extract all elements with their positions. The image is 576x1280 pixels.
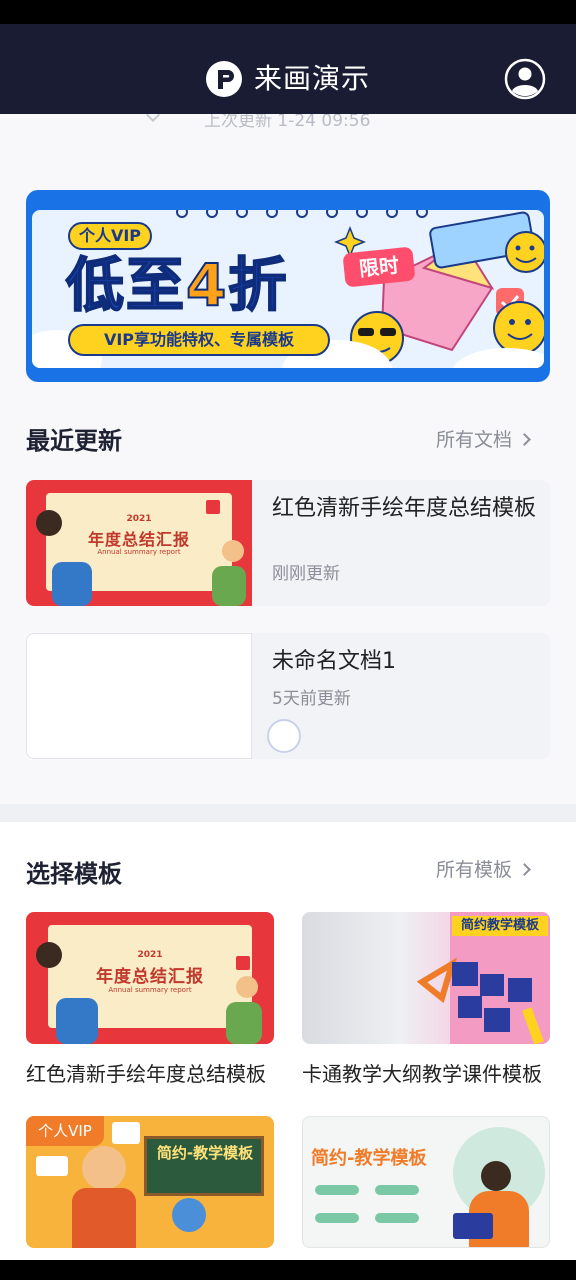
templates-section-title: 选择模板 [26,860,122,888]
character-illustration [236,976,258,998]
banner-vip-tag: 个人VIP [68,222,152,250]
all-templates-link[interactable]: 所有模板 [436,856,531,884]
sticky-notes-icon [452,962,532,1032]
content-pill [375,1213,419,1223]
character-illustration [36,942,62,968]
content-pill [315,1213,359,1223]
app-title: 来画演示 [254,62,371,95]
template-card[interactable]: 2021 年度总结汇报 Annual summary report 红色清新手绘… [26,912,274,1092]
annual-summary-thumbnail: 2021 年度总结汇报 Annual summary report [26,912,274,1044]
headline-suffix: 折 [227,250,289,320]
headline-number: 4 [185,250,229,320]
teacher-illustration [72,1188,136,1248]
triangle-ruler-icon [416,957,458,1004]
section-divider [0,804,576,822]
template-name: 卡通教学大纲教学课件模板 [302,1062,542,1086]
template-thumbnail: 简约教学模板 [302,912,550,1044]
thumb-title: 简约-教学模板 [311,1148,427,1169]
character-illustration [56,998,98,1044]
doc-thumbnail-blank [26,633,252,759]
character-illustration [222,540,244,562]
thumb-title: 简约-教学模板 [156,1144,254,1162]
doc-name: 红色清新手绘年度总结模板 [272,496,537,521]
template-thumbnail: 2021 年度总结汇报 Annual summary report [26,912,274,1044]
template-card[interactable]: 个人VIP 简约-教学模板 [26,1116,274,1260]
laptop-icon [453,1213,493,1239]
vip-promo-banner[interactable]: 个人VIP 低至4折 限时 VIP享功能特权、专属模板 [26,190,550,382]
banner-subtitle: VIP享功能特权、专属模板 [68,324,330,356]
navigation-bar [0,1260,576,1280]
speech-note-illustration [112,1122,140,1144]
annual-summary-thumbnail: 2021 年度总结汇报 Annual summary report [26,480,252,606]
loading-spinner-icon [267,719,301,753]
template-card[interactable]: 简约-教学模板 [302,1116,550,1260]
user-avatar-icon[interactable] [504,58,546,100]
character-illustration [52,562,92,606]
recent-section-title: 最近更新 [26,427,122,455]
limited-time-badge: 限时 [342,246,416,288]
banner-headline: 低至4折 [65,250,289,320]
chevron-right-icon [518,863,531,876]
thumb-vip-tag: 个人VIP [26,1116,104,1146]
status-bar [0,0,576,24]
red-envelope-illustration [206,500,220,514]
pencil-icon [522,1007,544,1044]
binder-rings-icon [176,210,428,218]
character-illustration [36,510,62,536]
character-illustration [226,1002,262,1044]
thumb-subtitle: Annual summary report [97,548,181,556]
globe-icon [172,1198,206,1232]
doc-name: 未命名文档1 [272,649,396,674]
content-pill [375,1185,419,1195]
chevron-right-icon [518,433,531,446]
red-envelope-illustration [236,956,250,970]
app-logo-icon [206,61,242,97]
app-header: 来画演示 [0,24,576,114]
template-thumbnail: 个人VIP 简约-教学模板 [26,1116,274,1248]
teacher-illustration [82,1146,126,1190]
doc-updated-time: 刚刚更新 [272,564,340,584]
happy-smiley-icon [493,301,544,355]
headline-prefix: 低至 [65,250,187,320]
all-documents-label: 所有文档 [436,429,513,451]
content-pill [315,1185,359,1195]
doc-thumbnail: 2021 年度总结汇报 Annual summary report [26,480,252,606]
template-card[interactable]: 简约教学模板 卡通教学大纲教学课件模板 [302,912,550,1092]
all-documents-link[interactable]: 所有文档 [436,426,531,454]
doc-updated-time: 5天前更新 [272,689,351,709]
recent-doc-card[interactable]: 2021 年度总结汇报 Annual summary report 红色清新手绘… [26,480,550,606]
character-illustration [212,566,246,606]
all-templates-label: 所有模板 [436,859,513,881]
person-illustration [481,1161,511,1191]
template-name: 红色清新手绘年度总结模板 [26,1062,266,1086]
speech-note-illustration [36,1156,68,1176]
template-thumbnail: 简约-教学模板 [302,1116,550,1248]
banner-panel: 个人VIP 低至4折 限时 VIP享功能特权、专属模板 [32,210,544,368]
smiley-face-icon [505,231,544,273]
